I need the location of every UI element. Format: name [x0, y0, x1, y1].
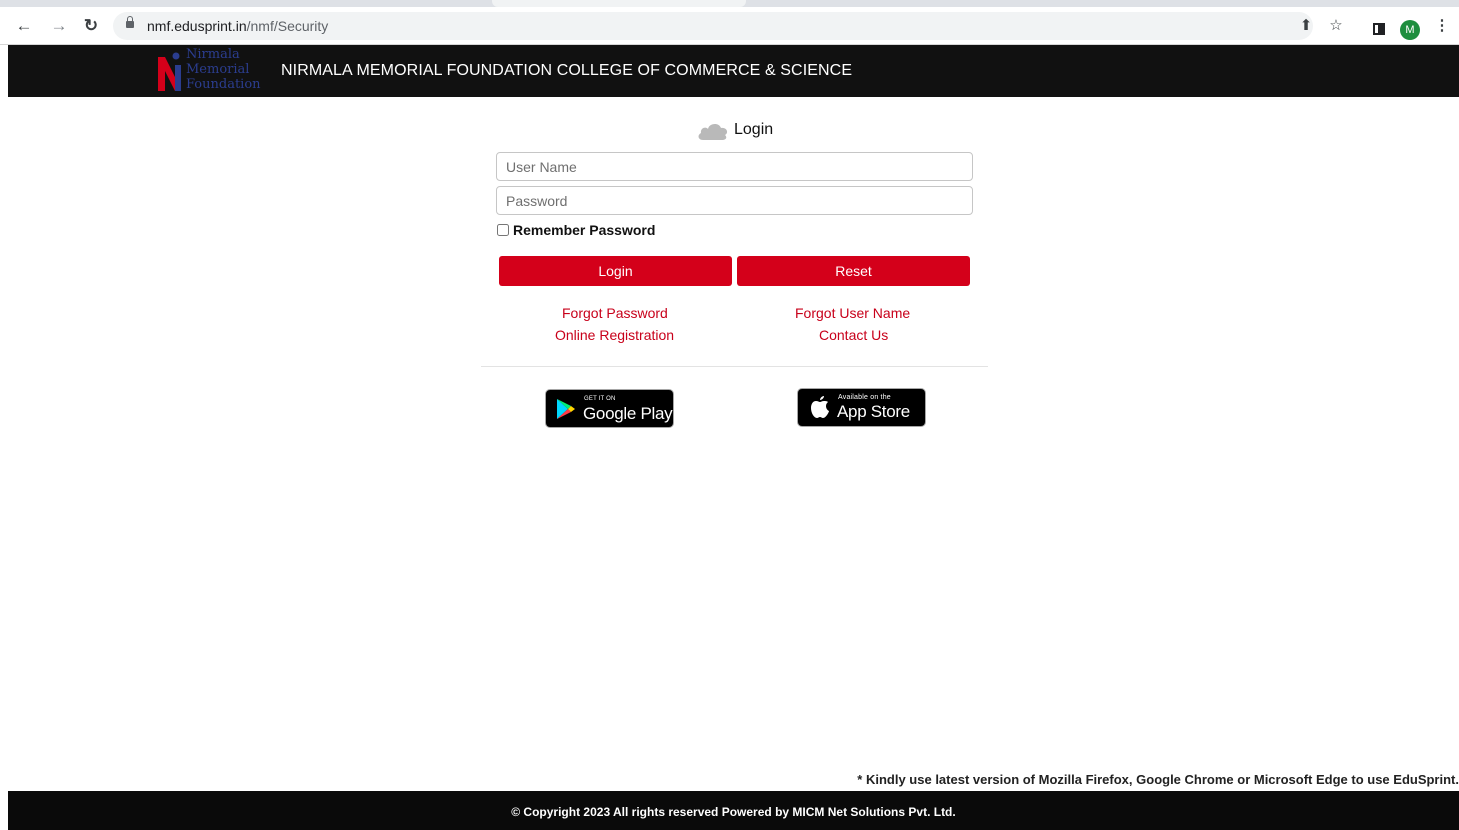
- sidebar-icon[interactable]: [1373, 23, 1385, 35]
- app-store-small-text: Available on the: [838, 394, 891, 401]
- app-store-big-text: App Store: [837, 402, 910, 421]
- remember-label: Remember Password: [513, 222, 656, 238]
- username-input[interactable]: [496, 152, 973, 181]
- college-logo[interactable]: Nirmala Memorial Foundation: [156, 47, 274, 95]
- login-title: Login: [734, 121, 774, 138]
- url-host: nmf.edusprint.in: [147, 18, 247, 34]
- address-bar[interactable]: nmf.edusprint.in/nmf/Security: [113, 12, 1313, 40]
- logo-text: Nirmala Memorial Foundation: [186, 47, 261, 92]
- menu-icon[interactable]: ⋮: [1432, 16, 1452, 36]
- url-text[interactable]: nmf.edusprint.in/nmf/Security: [147, 18, 328, 34]
- url-path: /nmf/Security: [246, 18, 329, 34]
- google-play-badge[interactable]: GET IT ON Google Play: [545, 389, 674, 428]
- cloud-icon: [698, 123, 728, 140]
- logo-line-2: Memorial: [186, 62, 250, 77]
- copyright-text: © Copyright 2023 All rights reserved Pow…: [511, 805, 956, 819]
- reload-icon[interactable]: ↻: [81, 16, 101, 36]
- forward-icon[interactable]: →: [49, 16, 69, 36]
- share-icon[interactable]: ⬆: [1296, 16, 1316, 36]
- active-tab[interactable]: [492, 0, 746, 7]
- app-store-badge[interactable]: Available on the App Store: [797, 388, 926, 427]
- remember-checkbox[interactable]: [497, 224, 509, 236]
- site-title: NIRMALA MEMORIAL FOUNDATION COLLEGE OF C…: [281, 62, 853, 79]
- login-button[interactable]: Login: [499, 256, 732, 286]
- apple-icon: [811, 396, 829, 418]
- password-input[interactable]: [496, 186, 973, 215]
- logo-line-1: Nirmala: [186, 47, 240, 62]
- star-icon[interactable]: ☆: [1326, 16, 1346, 36]
- logo-mark-icon: [158, 52, 181, 91]
- google-play-big-text: Google Play: [583, 404, 673, 423]
- avatar[interactable]: M: [1400, 20, 1420, 40]
- remember-password[interactable]: Remember Password: [497, 222, 655, 238]
- google-play-icon: [557, 399, 575, 419]
- divider: [481, 366, 988, 367]
- site-footer: © Copyright 2023 All rights reserved Pow…: [8, 791, 1459, 830]
- forgot-username-link[interactable]: Forgot User Name: [795, 305, 910, 321]
- logo-line-3: Foundation: [186, 77, 261, 92]
- browser-chrome: ← → ↻ nmf.edusprint.in/nmf/Security ⬆ ☆ …: [0, 0, 1459, 45]
- site-header: Nirmala Memorial Foundation NIRMALA MEMO…: [8, 45, 1459, 97]
- browser-notice: * Kindly use latest version of Mozilla F…: [857, 772, 1459, 787]
- lock-icon[interactable]: [126, 16, 134, 30]
- reset-button[interactable]: Reset: [737, 256, 970, 286]
- contact-us-link[interactable]: Contact Us: [819, 327, 888, 343]
- back-icon[interactable]: ←: [14, 16, 34, 36]
- online-registration-link[interactable]: Online Registration: [555, 327, 674, 343]
- forgot-password-link[interactable]: Forgot Password: [562, 305, 668, 321]
- google-play-small-text: GET IT ON: [584, 396, 616, 402]
- browser-toolbar: ← → ↻ nmf.edusprint.in/nmf/Security ⬆ ☆ …: [0, 7, 1459, 45]
